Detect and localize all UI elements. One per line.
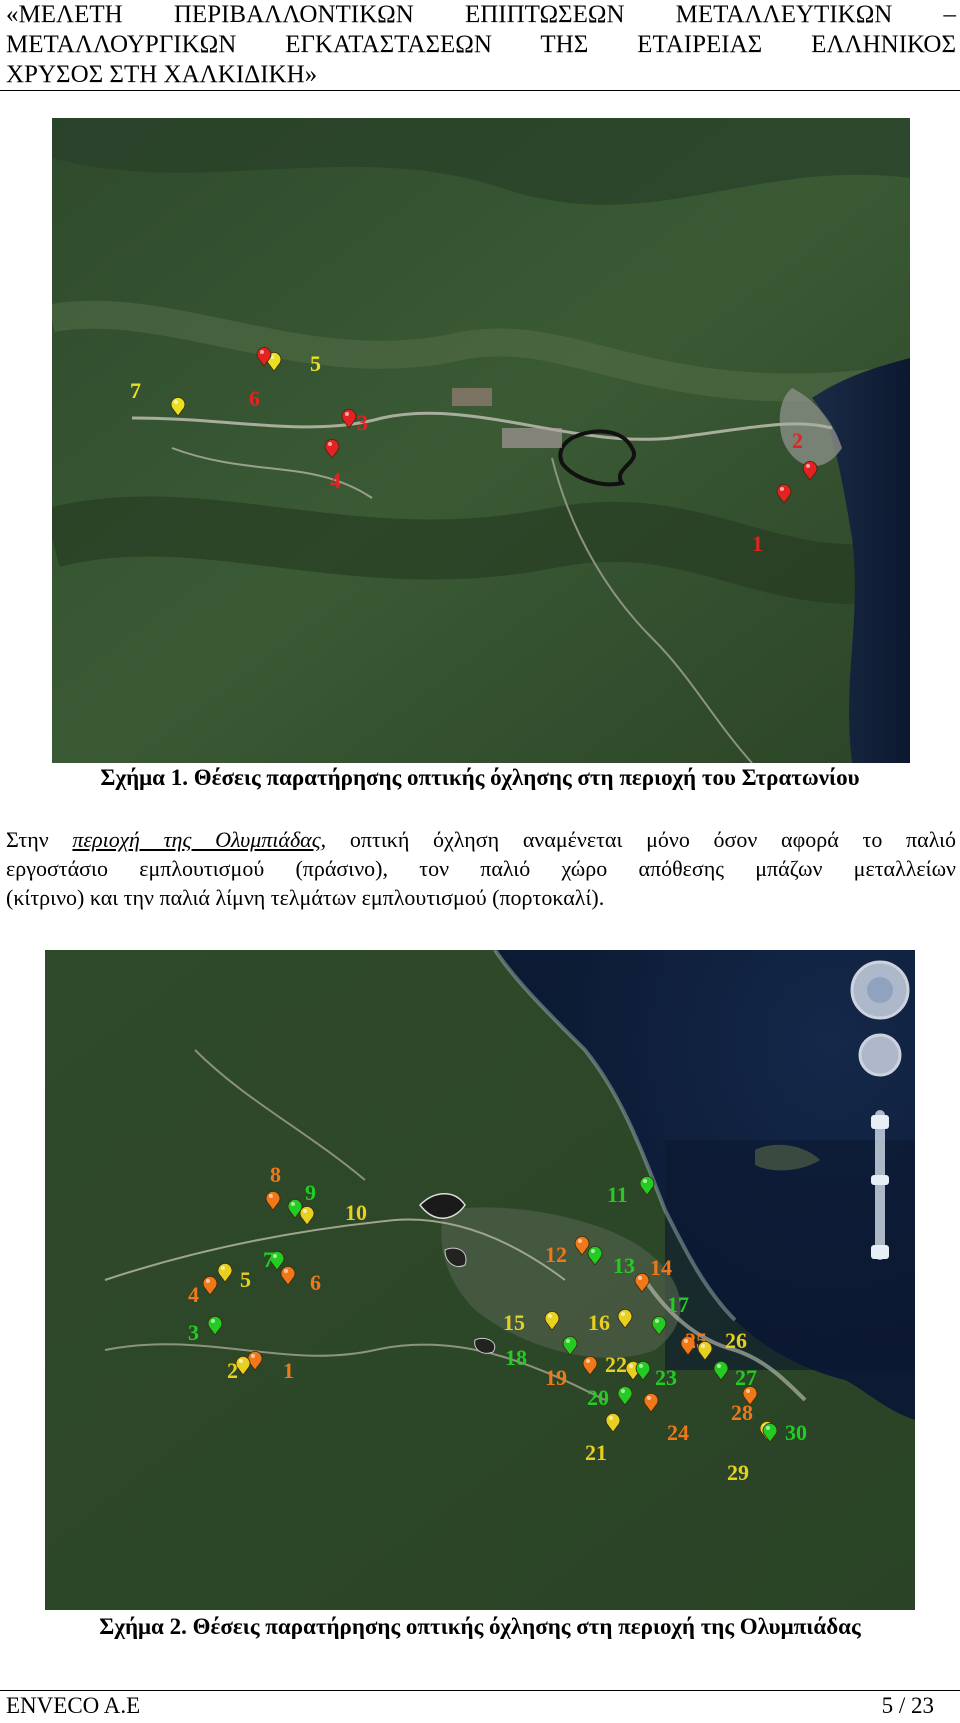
figure2-label-28: 28 — [731, 1400, 753, 1425]
figure2-label-24: 24 — [667, 1420, 689, 1445]
figure2-label-23: 23 — [655, 1365, 677, 1390]
footer-company: ENVECO A.E — [6, 1693, 141, 1718]
figure2-label-30: 30 — [785, 1420, 807, 1445]
figure2-label-5: 5 — [240, 1267, 251, 1292]
figure1-label-2: 2 — [792, 428, 803, 453]
paragraph-line-2: εργοστάσιο εμπλουτισμού (πράσινο), τον π… — [6, 856, 956, 881]
paragraph-suffix: , οπτική όχληση αναμένεται μόνο όσον αφο… — [320, 827, 957, 852]
figure2-label-12: 12 — [545, 1242, 567, 1267]
figure1-label-1: 1 — [752, 531, 763, 556]
paragraph-line-1: Στην περιοχή της Ολυμπιάδας, οπτική όχλη… — [6, 825, 956, 854]
figure2-label-27: 27 — [735, 1365, 757, 1390]
document-header: «ΜΕΛΕΤΗ ΠΕΡΙΒΑΛΛΟΝΤΙΚΩΝ ΕΠΙΠΤΩΣΕΩΝ ΜΕΤΑΛ… — [6, 0, 956, 90]
figure2-label-14: 14 — [650, 1255, 672, 1280]
figure1-label-7: 7 — [130, 378, 141, 403]
figure1-label-5: 5 — [310, 351, 321, 376]
figure2-label-10: 10 — [345, 1200, 367, 1225]
figure2-label-17: 17 — [667, 1292, 689, 1317]
header-line-3: ΧΡΥΣΟΣ ΣΤΗ ΧΑΛΚΙΔΙΚΗ» — [6, 61, 318, 88]
body-paragraph: Στην περιοχή της Ολυμπιάδας, οπτική όχλη… — [6, 825, 956, 912]
figure1-label-3: 3 — [357, 410, 368, 435]
olympiada-area-link[interactable]: περιοχή της Ολυμπιάδας — [72, 827, 320, 852]
figure2-label-29: 29 — [727, 1460, 749, 1485]
figure2-label-8: 8 — [270, 1162, 281, 1187]
footer-page-number: 5 / 23 — [881, 1693, 934, 1718]
figure1-label-4: 4 — [330, 468, 341, 493]
figure2-label-6: 6 — [310, 1270, 321, 1295]
footer-rule — [0, 1690, 960, 1691]
paragraph-line-3: (κίτρινο) και την παλιά λίμνη τελμάτων ε… — [6, 885, 605, 910]
figure1-satellite-map: 1 2 3 4 5 6 7 — [52, 118, 910, 763]
figure2-label-18: 18 — [505, 1345, 527, 1370]
header-line-1: «ΜΕΛΕΤΗ ΠΕΡΙΒΑΛΛΟΝΤΙΚΩΝ ΕΠΙΠΤΩΣΕΩΝ ΜΕΤΑΛ… — [6, 1, 956, 28]
header-rule — [0, 90, 960, 91]
figure2-label-20: 20 — [587, 1385, 609, 1410]
figure1-label-6: 6 — [249, 386, 260, 411]
figure2-label-1: 1 — [283, 1358, 294, 1383]
paragraph-prefix: Στην — [6, 827, 73, 852]
figure2-label-21: 21 — [585, 1440, 607, 1465]
figure2-label-26: 26 — [725, 1328, 747, 1353]
figure2-label-16: 16 — [588, 1310, 610, 1335]
figure2-label-2: 2 — [227, 1358, 238, 1383]
figure2-label-13: 13 — [613, 1253, 635, 1278]
figure2-label-11: 11 — [607, 1182, 628, 1207]
figure2-label-9: 9 — [305, 1180, 316, 1205]
figure2-label-22: 22 — [605, 1352, 627, 1377]
header-line-2: ΜΕΤΑΛΛΟΥΡΓΙΚΩΝ ΕΓΚΑΤΑΣΤΑΣΕΩΝ ΤΗΣ ΕΤΑΙΡΕΙ… — [6, 31, 956, 58]
figure2-label-15: 15 — [503, 1310, 525, 1335]
figure2-satellite-map: 1 2 3 4 5 6 7 8 9 10 11 12 13 14 15 16 17 18 19 20 21 22 23 24 2… — [45, 950, 915, 1610]
figure2-label-19: 19 — [545, 1365, 567, 1390]
figure2-label-3: 3 — [188, 1320, 199, 1345]
figure2-label-7: 7 — [263, 1247, 274, 1272]
figure2-caption: Σχήμα 2. Θέσεις παρατήρησης οπτικής όχλη… — [99, 1614, 861, 1639]
figure1-caption: Σχήμα 1. Θέσεις παρατήρησης οπτικής όχλη… — [100, 765, 860, 790]
figure2-label-4: 4 — [188, 1282, 199, 1307]
